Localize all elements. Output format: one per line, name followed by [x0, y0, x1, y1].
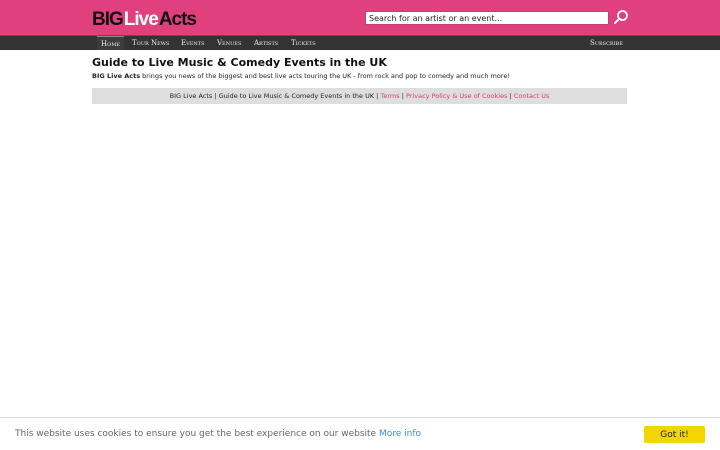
nav-item-venues[interactable]: Venues [213, 36, 245, 50]
cookie-accept-button[interactable]: Got it! [644, 426, 705, 443]
search-input[interactable] [365, 11, 609, 25]
search-icon [614, 10, 628, 24]
cookie-more-info-link[interactable]: More info [379, 429, 421, 439]
privacy-link[interactable]: Privacy Policy & Use of Cookies [406, 92, 508, 100]
nav-item-tour-news[interactable]: Tour News [128, 36, 173, 50]
cookie-text: This website uses cookies to ensure you … [15, 429, 377, 439]
footer-separator: | [509, 92, 512, 100]
intro-body: brings you news of the biggest and best … [140, 72, 510, 80]
top-header: BIG Live Acts [0, 0, 720, 35]
cookie-message: This website uses cookies to ensure you … [15, 429, 421, 439]
nav-item-home[interactable]: Home [97, 36, 124, 50]
contact-link[interactable]: Contact Us [514, 92, 550, 100]
cookie-banner: This website uses cookies to ensure you … [0, 417, 720, 450]
logo-live: Live [123, 9, 159, 30]
footer-separator: | [401, 92, 404, 100]
page-title: Guide to Live Music & Comedy Events in t… [92, 56, 387, 69]
footer-links-bar: BIG Live Acts | Guide to Live Music & Co… [92, 88, 627, 104]
terms-link[interactable]: Terms [380, 92, 399, 100]
search-button[interactable] [612, 9, 630, 27]
main-nav: Home Tour News Events Venues Artists Tic… [0, 35, 720, 50]
nav-item-events[interactable]: Events [177, 36, 209, 50]
site-logo[interactable]: BIG Live Acts [92, 7, 197, 30]
intro-brand: BIG Live Acts [92, 72, 141, 80]
logo-big: BIG [92, 9, 124, 30]
nav-item-tickets[interactable]: Tickets [287, 36, 320, 50]
nav-item-subscribe[interactable]: Subscribe [586, 36, 627, 50]
logo-acts: Acts [158, 9, 197, 30]
nav-item-artists[interactable]: Artists [250, 36, 282, 50]
intro-text: BIG Live Acts brings you news of the big… [92, 72, 510, 80]
footer-text: BIG Live Acts | Guide to Live Music & Co… [169, 92, 379, 100]
